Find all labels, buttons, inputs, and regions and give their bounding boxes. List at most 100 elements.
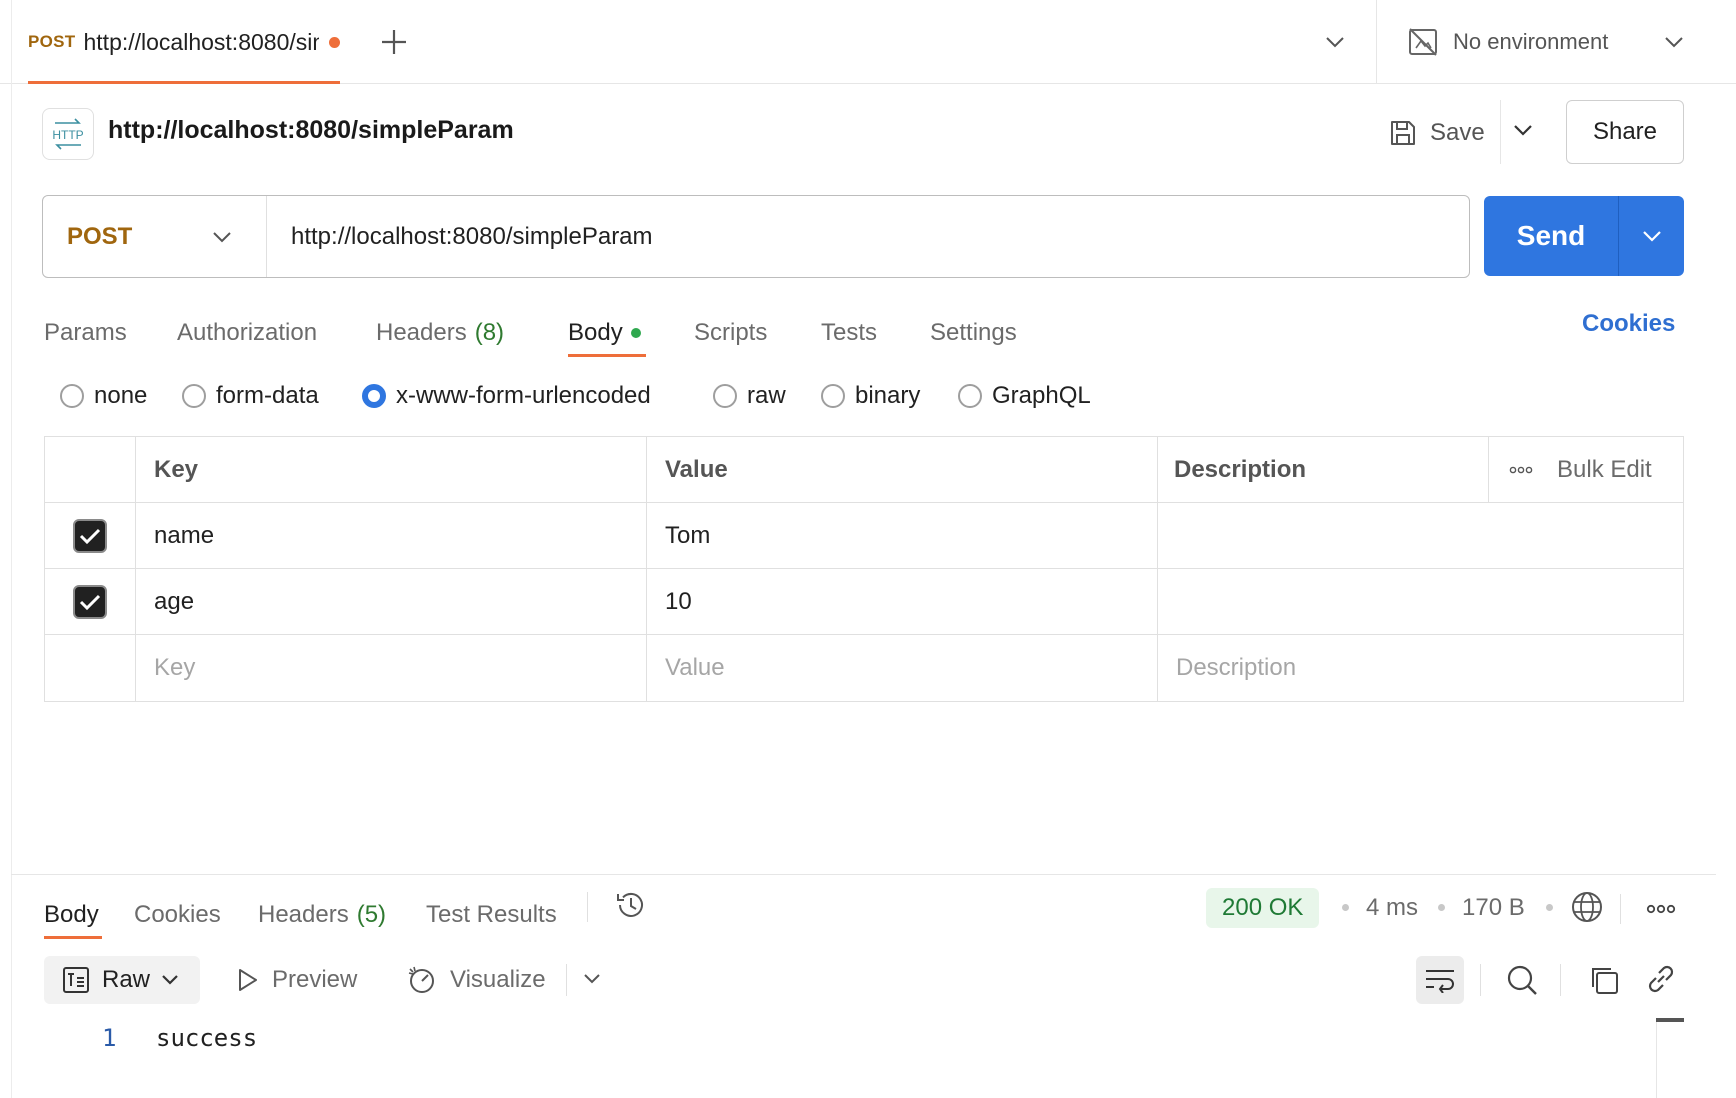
row-enabled-checkbox[interactable] xyxy=(73,585,107,619)
scrollbar-thumb[interactable] xyxy=(1656,1018,1684,1022)
request-title[interactable]: http://localhost:8080/simpleParam xyxy=(108,116,514,145)
share-button[interactable]: Share xyxy=(1566,100,1684,164)
environment-chevron-icon xyxy=(1663,32,1685,52)
response-tab-test-results-label: Test Results xyxy=(426,901,557,928)
row-description-input[interactable] xyxy=(1158,503,1683,569)
send-button[interactable]: Send xyxy=(1484,196,1684,276)
http-request-badge: HTTP xyxy=(42,108,94,160)
tab-bar: POST http://localhost:8080/simpleParam N… xyxy=(0,0,1736,1098)
row-value-input[interactable]: 10 xyxy=(647,569,1158,635)
response-body-text[interactable]: success xyxy=(156,1024,257,1052)
row-key-input[interactable]: name xyxy=(136,503,647,569)
wrap-lines-button[interactable] xyxy=(1416,956,1464,1004)
cookies-link[interactable]: Cookies xyxy=(1582,310,1675,338)
table-row: name Tom xyxy=(45,503,1683,569)
table-row: age 10 xyxy=(45,569,1683,635)
scrollbar-track[interactable] xyxy=(1656,1022,1657,1098)
status-badge[interactable]: 200 OK xyxy=(1206,888,1320,928)
format-chevron-icon xyxy=(160,971,180,989)
radio-binary-label: binary xyxy=(855,382,921,409)
tab-body[interactable]: Body xyxy=(568,310,646,357)
new-value-input[interactable]: Value xyxy=(647,635,1158,701)
response-tab-headers-label: Headers xyxy=(258,901,349,928)
radio-form-data-label: form-data xyxy=(216,382,319,409)
tab-scripts-label: Scripts xyxy=(694,319,768,346)
environment-label: No environment xyxy=(1453,29,1609,54)
radio-x-www-form-urlencoded[interactable]: x-www-form-urlencoded xyxy=(362,380,651,412)
response-tab-headers[interactable]: Headers (5) xyxy=(258,892,386,938)
tab-headers-label: Headers xyxy=(376,319,467,346)
tab-method: POST xyxy=(28,32,76,51)
radio-urlencoded-label: x-www-form-urlencoded xyxy=(396,382,651,409)
body-active-dot xyxy=(630,328,641,338)
http-badge-text: HTTP xyxy=(52,128,83,142)
save-label: Save xyxy=(1430,119,1485,146)
response-tab-cookies[interactable]: Cookies xyxy=(134,892,221,938)
tab-authorization-label: Authorization xyxy=(177,319,318,346)
visualize-label: Visualize xyxy=(450,966,546,993)
new-tab-plus-icon[interactable] xyxy=(380,28,408,56)
save-button[interactable]: Save xyxy=(1388,110,1485,156)
radio-none-label: none xyxy=(94,382,148,409)
bulk-edit-button[interactable]: Bulk Edit xyxy=(1488,437,1683,503)
copy-icon[interactable] xyxy=(1588,964,1620,996)
column-header-key: Key xyxy=(136,437,647,503)
radio-binary[interactable]: binary xyxy=(821,380,920,412)
row-value-input[interactable]: Tom xyxy=(647,503,1158,569)
row-enabled-checkbox[interactable] xyxy=(73,519,107,553)
method-select[interactable]: POST xyxy=(43,196,267,277)
request-tab-active[interactable]: POST http://localhost:8080/simpleParam xyxy=(28,0,340,84)
more-options-icon[interactable] xyxy=(1509,466,1533,474)
format-label: Raw xyxy=(102,966,151,993)
response-tab-body[interactable]: Body xyxy=(44,892,102,939)
table-header-row: Key Value Description Bulk Edit xyxy=(45,437,1683,503)
play-icon xyxy=(234,967,260,993)
tab-tests[interactable]: Tests xyxy=(821,310,877,356)
response-size[interactable]: 170 B xyxy=(1462,894,1525,922)
no-environment-icon xyxy=(1407,26,1439,58)
tab-authorization[interactable]: Authorization xyxy=(177,310,317,356)
tab-url: http://localhost:8080/simpleParam xyxy=(83,28,320,55)
url-input[interactable]: http://localhost:8080/simpleParam xyxy=(291,196,653,277)
new-description-input[interactable]: Description xyxy=(1158,635,1683,701)
visualize-button[interactable]: Visualize xyxy=(406,956,546,1004)
search-icon[interactable] xyxy=(1506,964,1538,996)
response-format-select[interactable]: Raw xyxy=(44,956,200,1004)
send-options-chevron-icon[interactable] xyxy=(1619,226,1684,246)
history-icon[interactable] xyxy=(614,888,648,922)
radio-form-data[interactable]: form-data xyxy=(182,380,319,412)
response-time[interactable]: 4 ms xyxy=(1366,894,1418,922)
raw-format-icon xyxy=(62,966,90,994)
save-options-chevron-icon[interactable] xyxy=(1512,120,1534,140)
line-number: 1 xyxy=(102,1024,117,1052)
globe-icon[interactable] xyxy=(1570,890,1604,924)
response-headers-count: (5) xyxy=(356,901,387,928)
response-tab-test-results[interactable]: Test Results xyxy=(426,892,557,938)
radio-none[interactable]: none xyxy=(60,380,147,412)
radio-graphql[interactable]: GraphQL xyxy=(958,380,1091,412)
tab-settings-label: Settings xyxy=(930,319,1017,346)
tabs-dropdown-chevron-icon[interactable] xyxy=(1324,32,1346,52)
table-row-empty: Key Value Description xyxy=(45,635,1683,701)
urlencoded-params-table: Key Value Description Bulk Edit name Tom… xyxy=(44,436,1684,702)
visualize-chevron-icon[interactable] xyxy=(582,970,602,988)
new-key-input[interactable]: Key xyxy=(136,635,647,701)
response-more-icon[interactable] xyxy=(1646,904,1676,914)
preview-button[interactable]: Preview xyxy=(234,956,357,1004)
method-label: POST xyxy=(67,222,133,250)
tab-headers[interactable]: Headers (8) xyxy=(376,310,504,356)
row-description-input[interactable] xyxy=(1158,569,1683,635)
radio-graphql-label: GraphQL xyxy=(992,382,1091,409)
link-icon[interactable] xyxy=(1644,962,1678,996)
radio-raw[interactable]: raw xyxy=(713,380,786,412)
response-tab-cookies-label: Cookies xyxy=(134,901,221,928)
tab-scripts[interactable]: Scripts xyxy=(694,310,767,356)
visualize-icon xyxy=(406,964,438,996)
pane-divider[interactable] xyxy=(11,874,1716,875)
tab-params[interactable]: Params xyxy=(44,310,127,356)
tab-settings[interactable]: Settings xyxy=(930,310,1017,356)
response-tab-body-label: Body xyxy=(44,901,99,928)
column-header-value: Value xyxy=(647,437,1158,503)
row-key-input[interactable]: age xyxy=(136,569,647,635)
environment-selector[interactable]: No environment xyxy=(1376,0,1716,84)
